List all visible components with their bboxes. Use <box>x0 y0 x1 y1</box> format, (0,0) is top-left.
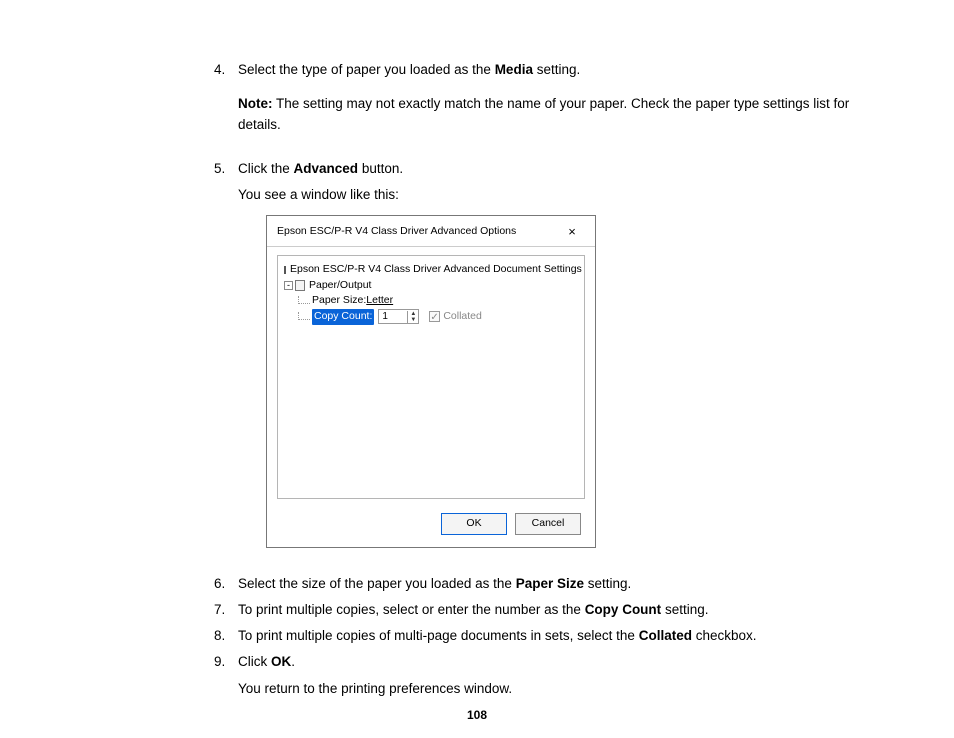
dialog-title: Epson ESC/P-R V4 Class Driver Advanced O… <box>277 224 557 240</box>
step-number: 8. <box>210 626 238 646</box>
tree-paper-size[interactable]: Paper Size: Letter <box>284 293 578 309</box>
printer-icon <box>284 266 286 274</box>
collated-label: Collated <box>443 309 482 325</box>
step-number: 4. <box>210 60 238 153</box>
collapse-icon[interactable]: - <box>284 281 293 290</box>
spinner-arrows[interactable]: ▲ ▼ <box>407 311 418 323</box>
document-body: 4. Select the type of paper you loaded a… <box>0 0 954 705</box>
tree-copy-count[interactable]: Copy Count: ▲ ▼ Collated <box>284 309 578 325</box>
step-text: Click the Advanced button. <box>238 159 894 179</box>
step-5: 5. Click the Advanced button. You see a … <box>210 159 894 568</box>
step-4: 4. Select the type of paper you loaded a… <box>210 60 894 153</box>
tree-paper-output[interactable]: - Paper/Output <box>284 278 578 294</box>
dialog-titlebar: Epson ESC/P-R V4 Class Driver Advanced O… <box>267 216 595 247</box>
cancel-button[interactable]: Cancel <box>515 513 581 535</box>
step-subtext: You see a window like this: <box>238 185 894 205</box>
tree-connector <box>298 296 310 304</box>
copy-count-spinner[interactable]: ▲ ▼ <box>378 309 419 324</box>
step-text: Select the size of the paper you loaded … <box>238 574 894 594</box>
step-8: 8. To print multiple copies of multi-pag… <box>210 626 894 646</box>
page-number: 108 <box>0 706 954 724</box>
paper-size-value: Letter <box>366 293 393 309</box>
step-text: To print multiple copies of multi-page d… <box>238 626 894 646</box>
collated-checkbox[interactable] <box>429 311 440 322</box>
copy-count-input[interactable] <box>379 311 407 322</box>
step-7: 7. To print multiple copies, select or e… <box>210 600 894 620</box>
tree-connector <box>298 312 310 320</box>
step-text: Select the type of paper you loaded as t… <box>238 60 894 80</box>
step-text: To print multiple copies, select or ente… <box>238 600 894 620</box>
dialog-footer: OK Cancel <box>267 505 595 547</box>
step-text: Click OK. <box>238 652 894 672</box>
close-icon[interactable]: × <box>557 222 587 242</box>
step-number: 7. <box>210 600 238 620</box>
spinner-down-icon[interactable]: ▼ <box>408 317 418 323</box>
copy-count-label: Copy Count: <box>312 309 374 325</box>
ok-button[interactable]: OK <box>441 513 507 535</box>
document-icon <box>295 280 305 291</box>
step-number: 6. <box>210 574 238 594</box>
note-text: Note: The setting may not exactly match … <box>238 94 894 135</box>
dialog-window: Epson ESC/P-R V4 Class Driver Advanced O… <box>266 215 596 547</box>
step-number: 9. <box>210 652 238 705</box>
tree-root[interactable]: Epson ESC/P-R V4 Class Driver Advanced D… <box>284 262 578 278</box>
step-9: 9. Click OK. You return to the printing … <box>210 652 894 705</box>
step-subtext: You return to the printing preferences w… <box>238 679 894 699</box>
tree-pane: Epson ESC/P-R V4 Class Driver Advanced D… <box>277 255 585 499</box>
step-number: 5. <box>210 159 238 568</box>
step-6: 6. Select the size of the paper you load… <box>210 574 894 594</box>
